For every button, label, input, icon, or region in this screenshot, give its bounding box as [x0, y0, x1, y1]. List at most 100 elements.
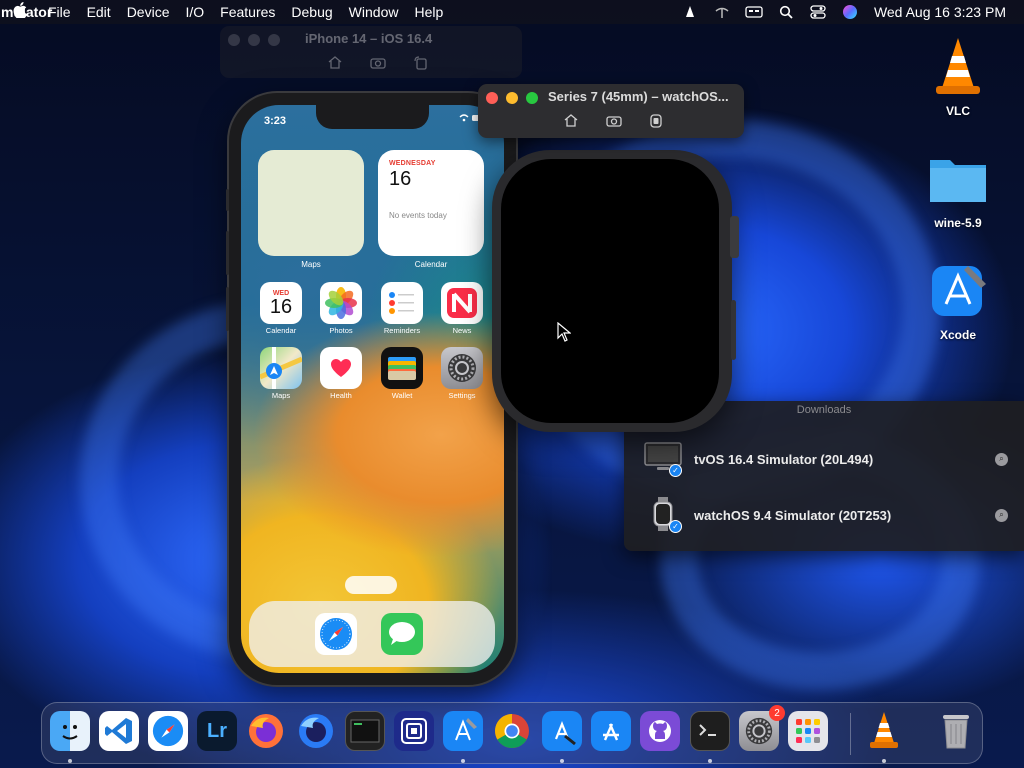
network-status-icon[interactable]: [706, 0, 738, 24]
mouse-cursor-icon: [557, 321, 572, 347]
maps-widget-label: Maps: [301, 260, 321, 269]
app-label-settings: Settings: [448, 391, 476, 400]
close-button[interactable]: [486, 92, 498, 104]
iphone-dock: [249, 601, 495, 667]
menu-app-name[interactable]: Simulator: [0, 0, 52, 33]
vlc-cone-icon: [926, 36, 990, 100]
github-desktop-icon[interactable]: [640, 711, 680, 751]
running-indicator: [882, 759, 886, 763]
firefox-developer-icon[interactable]: [296, 711, 336, 751]
volume-down-button[interactable]: [226, 287, 229, 331]
terminal-icon[interactable]: [690, 711, 730, 751]
watch-icon: ✓: [644, 497, 686, 533]
instruments-icon[interactable]: [542, 711, 582, 751]
watch-window-title: Series 7 (45mm) – watchOS...: [548, 89, 729, 104]
safari-dock-icon[interactable]: [148, 711, 188, 751]
menu-help[interactable]: Help: [406, 0, 451, 24]
search-pill[interactable]: [345, 576, 397, 594]
calendar-widget-events: No events today: [389, 211, 447, 220]
menu-io[interactable]: I/O: [177, 0, 212, 24]
download-item[interactable]: ✓ watchOS 9.4 Simulator (20T253) ⌕: [644, 495, 1008, 535]
zoom-button[interactable]: [268, 34, 280, 46]
dock-separator: [850, 713, 851, 755]
calendar-widget-day: WEDNESDAY: [389, 160, 436, 167]
chrome-icon[interactable]: [492, 711, 532, 751]
messages-icon[interactable]: [381, 613, 423, 655]
news-app-icon[interactable]: [441, 282, 483, 324]
maps-widget[interactable]: [258, 150, 364, 256]
desktop-icon-label: wine-5.9: [934, 216, 982, 230]
reminders-app-icon[interactable]: [381, 282, 423, 324]
console-window-icon[interactable]: [345, 711, 385, 751]
wallet-app-icon[interactable]: [381, 347, 423, 389]
iphone-home-screen[interactable]: 3:23 Maps WEDNESDAY 16 No events today C…: [241, 105, 504, 673]
finder-icon[interactable]: [50, 711, 90, 751]
menu-device[interactable]: Device: [119, 0, 178, 24]
desktop-icon-wine-folder[interactable]: wine-5.9: [913, 148, 1003, 230]
side-button-icon[interactable]: [650, 114, 662, 131]
reveal-in-finder-icon[interactable]: ⌕: [995, 452, 1008, 466]
vscode-icon[interactable]: [99, 711, 139, 751]
vlc-status-icon[interactable]: [674, 0, 706, 24]
app-label-maps: Maps: [271, 391, 291, 400]
calendar-widget-date: 16: [389, 168, 412, 190]
watch-screen[interactable]: [501, 159, 719, 423]
safari-icon[interactable]: [315, 613, 357, 655]
desktop-icon-label: VLC: [946, 104, 970, 118]
watch-simulator-toolbar[interactable]: Series 7 (45mm) – watchOS...: [478, 84, 744, 138]
xcode-dock-icon[interactable]: [443, 711, 483, 751]
digital-crown[interactable]: [730, 216, 739, 258]
siri-icon[interactable]: [834, 0, 866, 24]
volume-up-button[interactable]: [226, 231, 229, 275]
simulator-app-icon[interactable]: [394, 711, 434, 751]
maps-app-icon[interactable]: [260, 347, 302, 389]
menu-clock[interactable]: Wed Aug 16 3:23 PM: [866, 4, 1024, 20]
window-controls: [228, 34, 280, 46]
close-button[interactable]: [228, 34, 240, 46]
health-app-icon[interactable]: [320, 347, 362, 389]
checkmark-icon: ✓: [669, 464, 682, 477]
appletv-icon: ✓: [644, 441, 686, 477]
window-controls: [486, 92, 538, 104]
download-item[interactable]: ✓ tvOS 16.4 Simulator (20L494) ⌕: [644, 439, 1008, 479]
menu-window[interactable]: Window: [341, 0, 407, 24]
mute-switch[interactable]: [226, 189, 229, 211]
watch-side-button[interactable]: [731, 300, 736, 360]
lightroom-icon[interactable]: Lr: [197, 711, 237, 751]
menu-edit[interactable]: Edit: [79, 0, 119, 24]
calendar-app-icon[interactable]: WED 16: [260, 282, 302, 324]
app-label-news: News: [452, 326, 472, 335]
calendar-widget[interactable]: WEDNESDAY 16 No events today: [378, 150, 484, 256]
firefox-icon[interactable]: [246, 711, 286, 751]
app-label-calendar: Calendar: [265, 326, 297, 335]
menu-debug[interactable]: Debug: [283, 0, 340, 24]
launchpad-icon[interactable]: [788, 711, 828, 751]
system-settings-icon[interactable]: 2: [739, 705, 785, 751]
notch: [316, 105, 429, 129]
desktop-icon-xcode[interactable]: Xcode: [913, 260, 1003, 342]
running-indicator: [708, 759, 712, 763]
trash-icon[interactable]: [936, 711, 976, 751]
spotlight-search-icon[interactable]: [770, 0, 802, 24]
reveal-in-finder-icon[interactable]: ⌕: [995, 508, 1008, 522]
rotate-icon[interactable]: [414, 56, 428, 73]
checkmark-icon: ✓: [669, 520, 682, 533]
minimize-button[interactable]: [248, 34, 260, 46]
zoom-button[interactable]: [526, 92, 538, 104]
app-label-reminders: Reminders: [383, 326, 421, 335]
app-store-icon[interactable]: [591, 711, 631, 751]
screenshot-icon[interactable]: [606, 114, 622, 131]
desktop-icon-vlc[interactable]: VLC: [913, 36, 1003, 118]
status-bar-time: 3:23: [264, 115, 287, 127]
settings-app-icon[interactable]: [441, 347, 483, 389]
screenshot-icon[interactable]: [370, 56, 386, 73]
home-icon[interactable]: [564, 114, 578, 131]
menu-features[interactable]: Features: [212, 0, 283, 24]
keyboard-input-icon[interactable]: [738, 0, 770, 24]
home-icon[interactable]: [328, 56, 342, 73]
iphone-simulator-toolbar[interactable]: iPhone 14 – iOS 16.4: [220, 26, 522, 78]
control-center-icon[interactable]: [802, 0, 834, 24]
photos-app-icon[interactable]: [320, 282, 362, 324]
minimize-button[interactable]: [506, 92, 518, 104]
vlc-dock-icon[interactable]: [864, 711, 904, 751]
